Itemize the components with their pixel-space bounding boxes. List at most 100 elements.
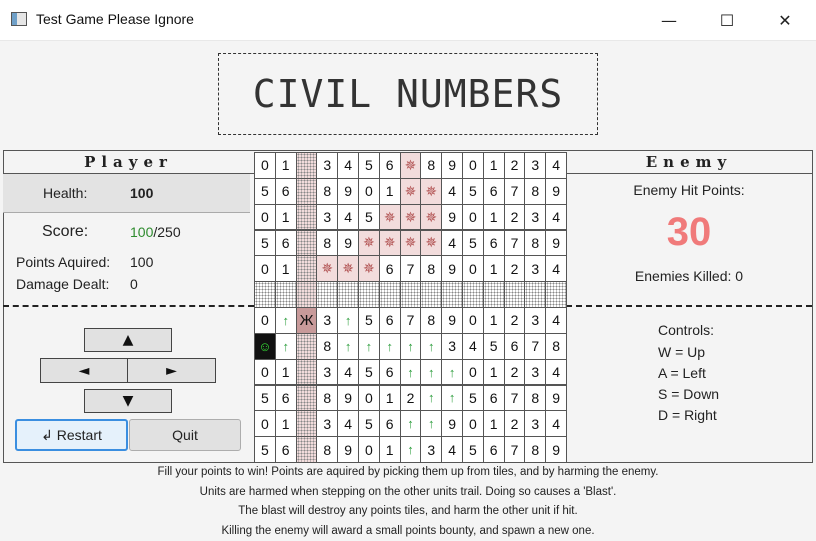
tree-icon: ↑ (379, 333, 401, 360)
instruction-line: The blast will destroy any points tiles,… (0, 502, 816, 522)
instructions: Fill your points to win! Points are aqui… (0, 463, 816, 541)
tree-icon: ↑ (420, 359, 442, 386)
move-up-button[interactable]: ▲ (84, 328, 172, 352)
number-tile: 9 (545, 230, 567, 257)
points-acquired-label: Points Aquired: (16, 254, 110, 270)
game-logo: CIVIL NUMBERS (218, 53, 598, 135)
trail-tile (296, 178, 318, 205)
number-tile: 0 (254, 204, 276, 231)
move-left-button[interactable]: ◄ (40, 358, 128, 383)
number-tile: 6 (379, 255, 401, 282)
number-tile: 0 (462, 410, 484, 437)
number-tile: 8 (524, 178, 546, 205)
number-tile: 4 (441, 436, 463, 463)
tree-icon: ↑ (275, 307, 297, 334)
move-right-button[interactable]: ► (127, 358, 216, 383)
instruction-line: Fill your points to win! Points are aqui… (0, 463, 816, 483)
blast-tile: ✵ (420, 230, 442, 257)
number-tile: 9 (337, 230, 359, 257)
number-tile: 8 (316, 385, 338, 412)
number-tile: 5 (358, 359, 380, 386)
number-tile: 8 (316, 178, 338, 205)
number-tile: 8 (316, 333, 338, 360)
move-down-button[interactable]: ▼ (84, 389, 172, 413)
number-tile: 9 (545, 385, 567, 412)
minimize-button[interactable]: — (640, 0, 698, 40)
number-tile: 3 (524, 204, 546, 231)
player-section-divider (3, 305, 254, 307)
number-tile: 0 (254, 359, 276, 386)
number-tile: 8 (524, 436, 546, 463)
number-tile: 4 (337, 359, 359, 386)
number-tile: 6 (379, 152, 401, 179)
number-tile: 8 (524, 230, 546, 257)
tree-icon: ↑ (441, 359, 463, 386)
player-unit-icon: ☺ (254, 333, 276, 360)
enemy-hp-value: 30 (566, 210, 812, 255)
blast-tile: ✵ (400, 152, 422, 179)
number-tile: 4 (441, 178, 463, 205)
quit-button[interactable]: Quit (129, 419, 241, 451)
close-button[interactable]: ✕ (756, 0, 814, 40)
number-tile: 4 (545, 255, 567, 282)
number-tile: 2 (504, 255, 526, 282)
enemy-hp-label: Enemy Hit Points: (566, 182, 812, 198)
number-tile: 5 (462, 385, 484, 412)
control-down: S = Down (658, 386, 719, 402)
number-tile: 1 (483, 255, 505, 282)
number-tile: 3 (524, 152, 546, 179)
trail-tile (316, 281, 338, 308)
trail-tile (275, 281, 297, 308)
health-band (3, 174, 250, 213)
number-tile: 5 (358, 204, 380, 231)
number-tile: 0 (462, 152, 484, 179)
blast-tile: ✵ (420, 204, 442, 231)
number-tile: 1 (275, 359, 297, 386)
trail-tile (296, 410, 318, 437)
number-tile: 7 (524, 333, 546, 360)
number-tile: 6 (483, 230, 505, 257)
tree-icon: ↑ (400, 333, 422, 360)
title-bar: Test Game Please Ignore — ☐ ✕ (0, 0, 816, 41)
number-tile: 8 (524, 385, 546, 412)
number-tile: 1 (275, 410, 297, 437)
maximize-button[interactable]: ☐ (698, 0, 756, 40)
number-tile: 9 (441, 152, 463, 179)
number-tile: 5 (254, 178, 276, 205)
number-tile: 9 (337, 436, 359, 463)
number-tile: 4 (337, 152, 359, 179)
number-tile: 5 (462, 230, 484, 257)
number-tile: 1 (379, 178, 401, 205)
tree-icon: ↑ (358, 333, 380, 360)
blast-tile: ✵ (316, 255, 338, 282)
blast-tile: ✵ (400, 204, 422, 231)
trail-tile (296, 152, 318, 179)
blast-tile: ✵ (400, 230, 422, 257)
tree-icon: ↑ (400, 436, 422, 463)
blast-tile: ✵ (400, 178, 422, 205)
number-tile: 4 (545, 204, 567, 231)
trail-tile (504, 281, 526, 308)
number-tile: 0 (358, 436, 380, 463)
number-tile: 1 (483, 307, 505, 334)
points-acquired-value: 100 (130, 254, 153, 270)
tree-icon: ↑ (420, 333, 442, 360)
game-board[interactable]: 013456✵8901234568901✵✵45678901345✵✵✵9012… (254, 152, 566, 462)
enemy-panel-title: Enemy (566, 153, 812, 171)
trail-tile (379, 281, 401, 308)
number-tile: 0 (254, 152, 276, 179)
restart-button[interactable]: ↲ Restart (15, 419, 128, 451)
enemy-unit-icon: Ж (296, 307, 318, 334)
number-tile: 3 (316, 204, 338, 231)
score-label: Score: (42, 223, 88, 241)
number-tile: 7 (504, 385, 526, 412)
control-up: W = Up (658, 344, 705, 360)
number-tile: 8 (545, 333, 567, 360)
number-tile: 4 (545, 152, 567, 179)
blast-tile: ✵ (358, 230, 380, 257)
number-tile: 1 (275, 255, 297, 282)
number-tile: 4 (545, 410, 567, 437)
number-tile: 9 (545, 436, 567, 463)
trail-tile (296, 230, 318, 257)
number-tile: 6 (275, 178, 297, 205)
